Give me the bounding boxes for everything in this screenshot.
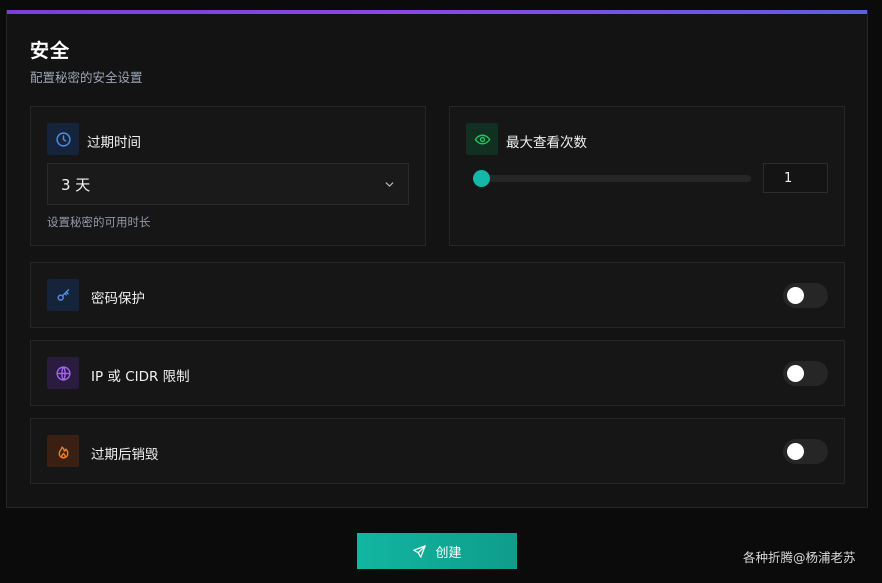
watermark: 各种折腾@杨浦老苏 <box>743 550 856 565</box>
expiry-hint: 设置秘密的可用时长 <box>47 215 151 229</box>
max-views-slider[interactable] <box>473 170 751 187</box>
security-panel: 安全 配置秘密的安全设置 过期时间 3 天 设置秘密的可用时长 最大查看次数 1… <box>6 10 868 508</box>
ip-restriction-toggle[interactable] <box>783 361 828 386</box>
toggle-row-ip: IP 或 CIDR 限制 <box>30 340 845 406</box>
expiry-label: 过期时间 <box>87 135 141 151</box>
create-button[interactable]: 创建 <box>357 533 517 569</box>
burn-after-expiry-toggle[interactable] <box>783 439 828 464</box>
eye-icon <box>466 123 498 155</box>
toggle-label-burn: 过期后销毁 <box>91 447 159 463</box>
max-views-card: 最大查看次数 1 <box>449 106 845 246</box>
toggle-row-password: 密码保护 <box>30 262 845 328</box>
clock-icon <box>47 123 79 155</box>
toggle-label-password: 密码保护 <box>91 291 145 307</box>
panel-accent-bar <box>7 10 867 14</box>
key-icon <box>47 279 79 311</box>
create-button-label: 创建 <box>435 545 462 561</box>
page-subtitle: 配置秘密的安全设置 <box>30 70 143 85</box>
send-icon <box>413 544 427 558</box>
toggle-knob <box>787 287 804 304</box>
flame-icon <box>47 435 79 467</box>
expiry-card: 过期时间 3 天 设置秘密的可用时长 <box>30 106 426 246</box>
page-title: 安全 <box>30 40 71 62</box>
toggle-label-ip: IP 或 CIDR 限制 <box>91 369 190 385</box>
toggle-knob <box>787 365 804 382</box>
expiry-selected-value: 3 天 <box>61 175 91 194</box>
toggle-row-burn: 过期后销毁 <box>30 418 845 484</box>
chevron-down-icon <box>385 182 394 187</box>
globe-icon <box>47 357 79 389</box>
max-views-input[interactable]: 1 <box>763 163 828 193</box>
toggle-knob <box>787 443 804 460</box>
slider-thumb[interactable] <box>473 170 490 187</box>
password-protection-toggle[interactable] <box>783 283 828 308</box>
expiry-select[interactable]: 3 天 <box>47 163 409 205</box>
max-views-label: 最大查看次数 <box>506 135 587 151</box>
